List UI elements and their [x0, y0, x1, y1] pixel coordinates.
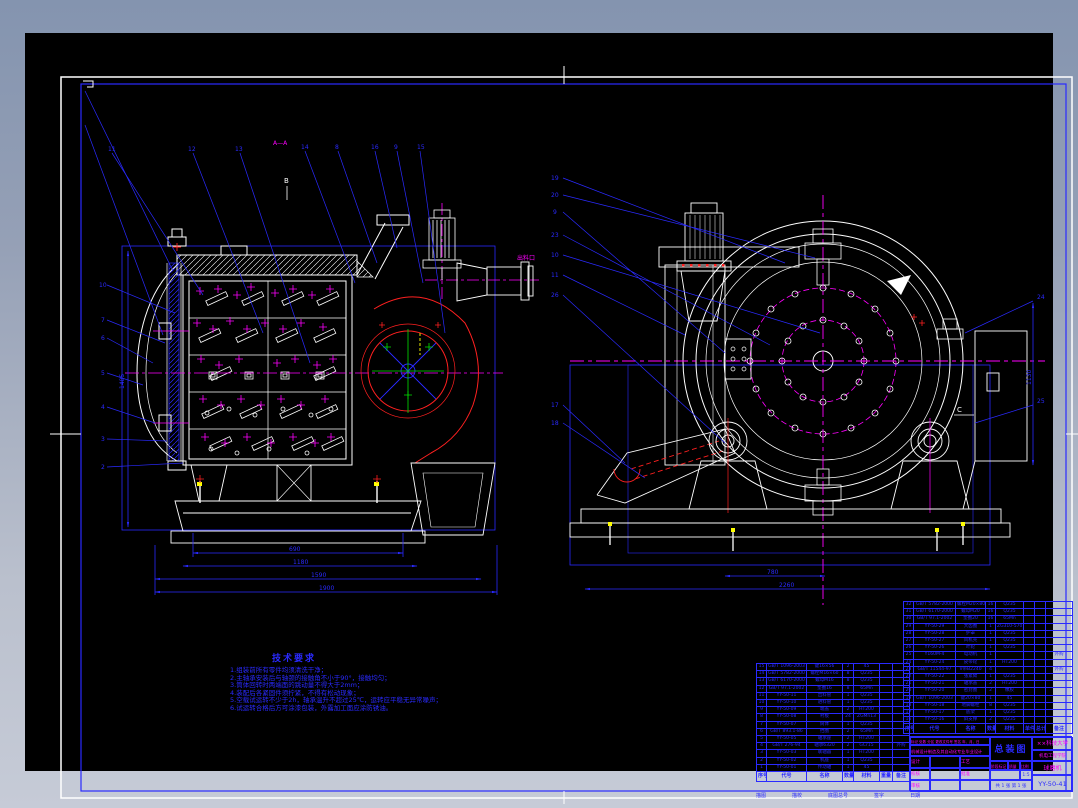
- callout: 25: [1037, 398, 1045, 405]
- footer-item: 描校: [792, 793, 803, 799]
- dim-text: 690: [289, 546, 301, 553]
- callout: 13: [235, 146, 243, 153]
- right-view: [569, 195, 1045, 605]
- title-block: 标记 处数 分区 更改文件号 签名 年、月、日 机械设计制造及其自动化专业毕业设…: [909, 736, 1073, 792]
- callout: 11: [108, 146, 116, 153]
- row-design: 设计: [910, 756, 930, 768]
- section-label: A—A: [273, 140, 288, 147]
- approve-date-cell: [960, 780, 990, 792]
- charge-marks: [193, 283, 337, 447]
- callout: 7: [101, 317, 105, 324]
- technical-requirements: 技术要求 1.组装前所有零件均须清洗干净； 2.主轴承安装后与轴颈的接触角不小于…: [230, 651, 442, 713]
- callout: 11: [551, 272, 559, 279]
- left-view: [121, 203, 539, 544]
- callout: 15: [417, 144, 425, 151]
- callouts: 11 12 13 14 8 16 9 15 10 7 6 5 4 3 2 19 …: [99, 144, 1045, 471]
- row-approve: 批准: [960, 768, 990, 780]
- callout: 26: [551, 292, 559, 299]
- right-view-base: [569, 508, 1011, 551]
- tech-req-title: 技术要求: [272, 654, 317, 664]
- drawing-title: 总装图: [990, 737, 1032, 761]
- check-name-cell: [930, 768, 960, 780]
- dim-text: 1130: [1026, 370, 1033, 385]
- footer-strip: 描图 描校 底图总号 签字 日期: [756, 792, 1078, 799]
- leader-lines-left: [84, 90, 446, 468]
- scale-value: 1:5: [1020, 770, 1032, 780]
- page: 11 12 13 14 8 16 9 15 10 7 6 5 4 3 2 19 …: [0, 0, 1078, 808]
- dim-text: 780: [767, 569, 779, 576]
- feed-housing: [658, 246, 800, 466]
- bom-table-left: 15 GB/T 1096-2003 键16×56 2 45 14 GB/T 5782-200…: [756, 662, 910, 783]
- mass-label: 质量: [1008, 761, 1020, 770]
- callout: 14: [301, 144, 309, 151]
- dim-text: 2260: [779, 582, 794, 589]
- view-b-label: B: [284, 177, 289, 185]
- tension-arm: [596, 428, 736, 504]
- row-review: 审核: [910, 780, 930, 792]
- bom-table-right: 32 GB/T 5782-2000 螺栓M20×80 16 Q235 31 GB/T 617…: [903, 600, 1073, 735]
- callout: 17: [551, 402, 559, 409]
- tech-req-item: 6.试运转合格后方可涂漆包装，外露加工面应涂防锈油。: [230, 703, 393, 712]
- callout: 5: [101, 370, 105, 377]
- stage-value-cell: [990, 770, 1020, 780]
- project-line: 机械设计制造及其自动化专业毕业设计: [910, 745, 990, 756]
- callout: 20: [551, 192, 559, 199]
- view-labels: A—A B C 出料口: [273, 140, 974, 416]
- footer-item: 描图: [756, 793, 767, 799]
- callout: 18: [551, 420, 559, 427]
- row-check: 校核: [910, 768, 930, 780]
- footer-item: 日期: [910, 793, 921, 799]
- callout: 10: [99, 282, 107, 289]
- callout: 6: [101, 335, 105, 342]
- footer-item: 签字: [874, 793, 885, 799]
- dim-text: 1485: [119, 374, 126, 389]
- stage-label: 阶段标记: [990, 761, 1008, 770]
- callout: 23: [551, 232, 559, 239]
- view-c-label: C: [957, 406, 962, 414]
- callout: 19: [551, 175, 559, 182]
- callout: 9: [553, 209, 557, 216]
- dim-text: 1900: [319, 585, 334, 592]
- callout: 24: [1037, 294, 1045, 301]
- callout: 12: [188, 146, 196, 153]
- product-name: 球磨机: [1032, 761, 1073, 775]
- drawing-number: YY-50-41: [1032, 775, 1073, 792]
- drawing-canvas: 11 12 13 14 8 16 9 15 10 7 6 5 4 3 2 19 …: [25, 33, 1078, 804]
- review-name-cell: [930, 780, 960, 792]
- footer-item: 底图总号: [828, 793, 849, 799]
- outlet-label: 出料口: [517, 254, 535, 262]
- rotor-volute: [360, 296, 479, 464]
- school-line2: 机电工程学院: [1032, 750, 1073, 761]
- row-process: 工艺: [960, 756, 990, 768]
- callout: 16: [371, 144, 379, 151]
- callout: 9: [394, 144, 398, 151]
- dim-text: 1180: [293, 559, 308, 566]
- callout: 4: [101, 404, 105, 411]
- callout: 10: [551, 252, 559, 259]
- scale-label: 比例: [1020, 761, 1032, 770]
- callout: 8: [335, 144, 339, 151]
- dim-text: 1590: [311, 572, 326, 579]
- callout: 3: [101, 436, 105, 443]
- left-view-base: [170, 462, 496, 544]
- sheet-info: 共 1 张 第 1 张: [990, 780, 1032, 792]
- callout: 2: [101, 464, 105, 471]
- school-line1: ××科技大学: [1032, 737, 1073, 750]
- design-name-cell: [930, 756, 960, 768]
- signature-header: 标记 处数 分区 更改文件号 签名 年、月、日: [910, 737, 990, 745]
